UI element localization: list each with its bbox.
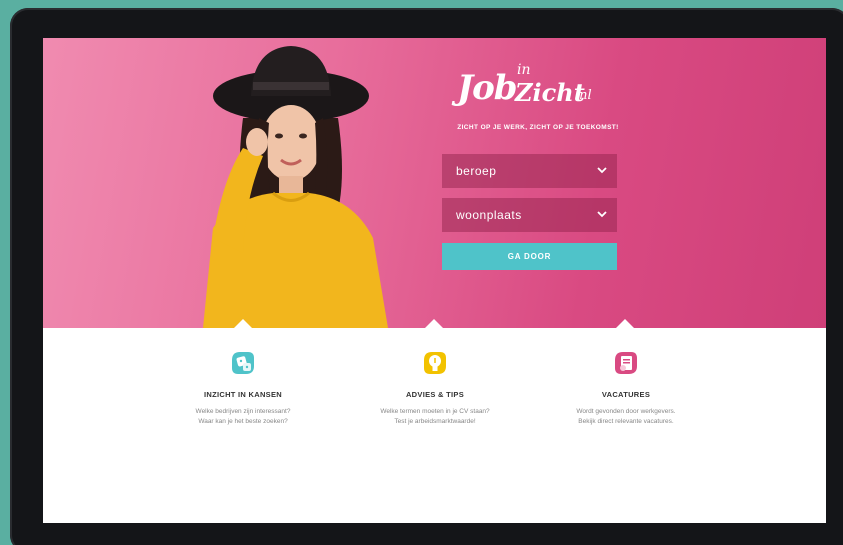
hero-woman-image — [203, 46, 388, 328]
ga-door-button[interactable]: GA DOOR — [442, 243, 617, 270]
woonplaats-select-value: woonplaats — [456, 208, 522, 222]
logo-in-text: in — [517, 62, 531, 78]
chevron-down-icon — [597, 211, 607, 218]
logo-job-text: Job — [457, 68, 518, 108]
tagline: ZICHT OP JE WERK, ZICHT OP JE TOEKOMST! — [457, 124, 619, 131]
section-notch — [615, 319, 635, 329]
feature-title: ADVIES & TIPS — [405, 390, 465, 399]
brand-logo[interactable]: Job in Zicht .nl — [443, 58, 623, 118]
feature-desc-line: Bekijk direct relevante vacatures. — [578, 418, 674, 425]
feature-desc-line: Waar kan je het beste zoeken? — [198, 418, 288, 425]
feature-advies-tips: ADVIES & TIPS Welke termen moeten in je … — [345, 348, 525, 427]
feature-desc-line: Welke termen moeten in je CV staan? — [380, 408, 490, 415]
feature-desc-line: Wordt gevonden door werkgevers. — [576, 408, 676, 415]
section-notch — [424, 319, 444, 329]
document-icon — [615, 352, 637, 374]
feature-description: Welke bedrijven zijn interessant? Waar k… — [153, 407, 333, 427]
lightbulb-icon — [424, 352, 446, 374]
dice-icon — [232, 352, 254, 374]
screen: Job in Zicht .nl ZICHT OP JE WERK, ZICHT… — [43, 38, 826, 523]
hero-section: Job in Zicht .nl ZICHT OP JE WERK, ZICHT… — [43, 38, 826, 328]
logo-nl-text: .nl — [575, 88, 592, 103]
feature-title: VACATURES — [601, 390, 651, 399]
chevron-down-icon — [597, 167, 607, 174]
feature-inzicht-in-kansen: INZICHT IN KANSEN Welke bedrijven zijn i… — [153, 348, 333, 427]
section-notch — [233, 319, 253, 329]
feature-description: Welke termen moeten in je CV staan? Test… — [345, 407, 525, 427]
beroep-select-value: beroep — [456, 164, 497, 178]
beroep-select[interactable]: beroep — [442, 154, 617, 188]
feature-desc-line: Test je arbeidsmarktwaarde! — [394, 418, 476, 425]
feature-vacatures: VACATURES Wordt gevonden door werkgevers… — [536, 348, 716, 427]
feature-desc-line: Welke bedrijven zijn interessant? — [195, 408, 291, 415]
feature-description: Wordt gevonden door werkgevers. Bekijk d… — [536, 407, 716, 427]
woonplaats-select[interactable]: woonplaats — [442, 198, 617, 232]
feature-title: INZICHT IN KANSEN — [203, 390, 283, 399]
